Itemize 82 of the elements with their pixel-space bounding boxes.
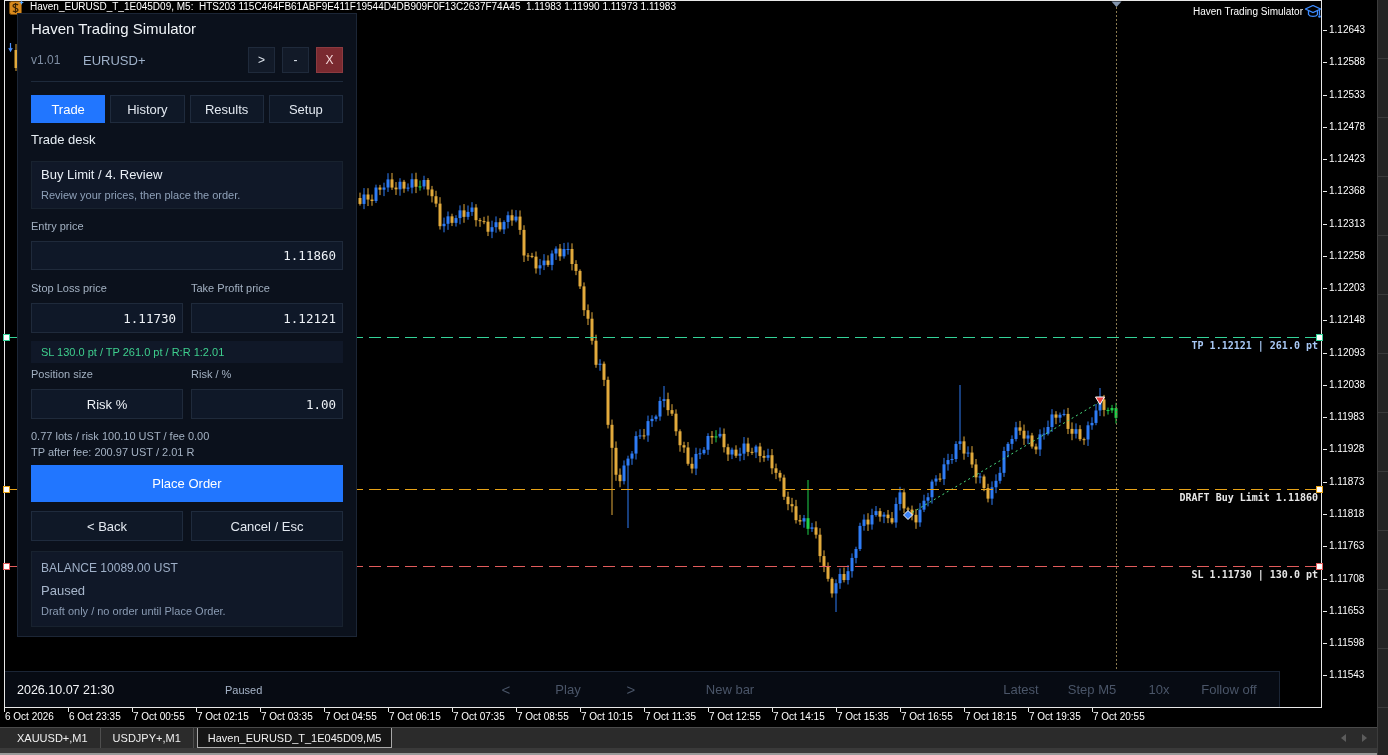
time-axis-label: 7 Oct 10:15 <box>580 708 644 727</box>
replay-time: 2026.10.07 21:30 <box>17 682 116 697</box>
time-axis-label: 7 Oct 02:15 <box>196 708 260 727</box>
field-label: Take Profit price <box>191 281 271 296</box>
entry-price-field[interactable]: 1.11860 <box>31 241 343 270</box>
dollar-icon <box>9 0 24 15</box>
price-axis-label: 1.12203 <box>1323 272 1377 305</box>
price-axis-label: 1.11543 <box>1323 659 1377 692</box>
version-label: v1.01 <box>31 53 62 67</box>
field-label: Entry price <box>31 219 85 234</box>
price-axis-label: 1.11928 <box>1323 433 1377 466</box>
position-size-selector[interactable]: Risk % <box>31 389 183 419</box>
price-axis-label: 1.12093 <box>1323 336 1377 369</box>
field-label: Stop Loss price <box>31 281 108 296</box>
replay-status: Paused <box>225 683 264 696</box>
time-axis-label: 7 Oct 14:15 <box>772 708 836 727</box>
time-axis-label: 7 Oct 19:35 <box>1028 708 1092 727</box>
field-label: Position size <box>31 367 94 382</box>
price-axis-label: 1.12533 <box>1323 78 1377 111</box>
secondary-button[interactable]: Cancel / Esc <box>191 511 343 541</box>
balance-text: BALANCE 10089.00 UST <box>41 560 179 577</box>
status-text: Paused <box>41 582 87 599</box>
chart-title: Haven_EURUSD_T_1E045D09, M5: HTS203 115C464FB61ABF9E411F19544D4DB909F0F13C2637F74A45 1.11983 1.11990 1.11973 1.11983 <box>30 0 676 13</box>
time-axis-label: 7 Oct 03:35 <box>260 708 324 727</box>
order-detail-text: 0.77 lots / risk 100.10 UST / fee 0.00 <box>31 429 211 444</box>
brand-label: Haven Trading Simulator <box>1192 5 1303 18</box>
graduation-cap-icon <box>1305 5 1321 19</box>
time-axis-label: 7 Oct 18:15 <box>964 708 1028 727</box>
price-axis-label: 1.11763 <box>1323 530 1377 563</box>
panel-title: Haven Trading Simulator <box>31 19 198 39</box>
time-axis-label: 6 Oct 23:35 <box>68 708 132 727</box>
order-label: DRAFT Buy Limit 1.11860 <box>1179 491 1318 505</box>
stop-loss-label: SL 1.11730 | 130.0 pt <box>1191 568 1318 582</box>
time-axis-label: 6 Oct 2026 <box>4 708 68 727</box>
stop-loss-field[interactable]: 1.11730 <box>31 303 183 333</box>
place-order-button[interactable]: Place Order <box>31 465 343 502</box>
price-axis-label: 1.12643 <box>1323 14 1377 47</box>
price-axis-label: 1.12368 <box>1323 175 1377 208</box>
time-axis-label: 7 Oct 08:55 <box>516 708 580 727</box>
panel-tab[interactable]: Setup <box>268 95 343 123</box>
time-axis-label: 7 Oct 20:55 <box>1092 708 1156 727</box>
symbol-label: EURUSD+ <box>83 52 146 68</box>
secondary-button[interactable]: < Back <box>31 511 183 541</box>
price-axis-label: 1.12038 <box>1323 368 1377 402</box>
panel-tab[interactable]: History <box>110 95 185 123</box>
status-note: Draft only / no order until Place Order. <box>41 604 227 618</box>
take-profit-label: TP 1.12121 | 261.0 pt <box>1191 339 1318 353</box>
step-title: Buy Limit / 4. Review <box>41 166 164 184</box>
close-button[interactable]: X <box>316 47 343 73</box>
order-detail-text: TP after fee: 200.97 UST / 2.01 R <box>31 445 196 460</box>
price-axis-label: 1.12148 <box>1323 304 1377 337</box>
price-axis-label: 1.12478 <box>1323 110 1377 144</box>
take-profit-field[interactable]: 1.12121 <box>191 303 343 333</box>
candlestick-chart <box>8 42 18 72</box>
time-axis-label: 7 Oct 04:55 <box>324 708 388 727</box>
time-axis-label: 7 Oct 00:55 <box>132 708 196 727</box>
step-hint: Review your prices, then place the order. <box>41 188 242 203</box>
risk-reward-summary: SL 130.0 pt / TP 261.0 pt / R:R 1:2.01 <box>31 341 343 363</box>
panel-tab[interactable]: Trade <box>31 95 106 123</box>
time-axis-label: 7 Oct 11:35 <box>644 708 708 727</box>
price-axis-label: 1.12313 <box>1323 207 1377 240</box>
time-axis-label: 7 Oct 06:15 <box>388 708 452 727</box>
price-axis-label: 1.11708 <box>1323 562 1377 595</box>
time-axis-label: 7 Oct 12:55 <box>708 708 772 727</box>
price-axis-label: 1.12588 <box>1323 46 1377 79</box>
time-axis-label: 7 Oct 15:35 <box>836 708 900 727</box>
price-axis-label: 1.11653 <box>1323 594 1377 628</box>
panel-tab[interactable]: Results <box>189 95 264 123</box>
chart-tab[interactable]: Haven_EURUSD_T_1E045D09,M5 <box>196 728 393 748</box>
time-axis-label: 7 Oct 16:55 <box>900 708 964 727</box>
price-axis-label: 1.12258 <box>1323 239 1377 273</box>
price-axis-label: 1.12423 <box>1323 143 1377 176</box>
price-axis-label: 1.11598 <box>1323 627 1377 660</box>
time-axis-label: 7 Oct 07:35 <box>452 708 516 727</box>
field-label: Risk / % <box>191 367 233 382</box>
risk-percent-field[interactable]: 1.00 <box>191 389 343 419</box>
price-axis-label: 1.11818 <box>1323 498 1377 531</box>
price-axis-label: 1.11983 <box>1323 401 1377 434</box>
collapse-button[interactable]: > <box>248 47 275 73</box>
minimize-button[interactable]: - <box>282 47 309 73</box>
section-title: Trade desk <box>31 131 97 149</box>
price-axis-label: 1.11873 <box>1323 465 1377 498</box>
